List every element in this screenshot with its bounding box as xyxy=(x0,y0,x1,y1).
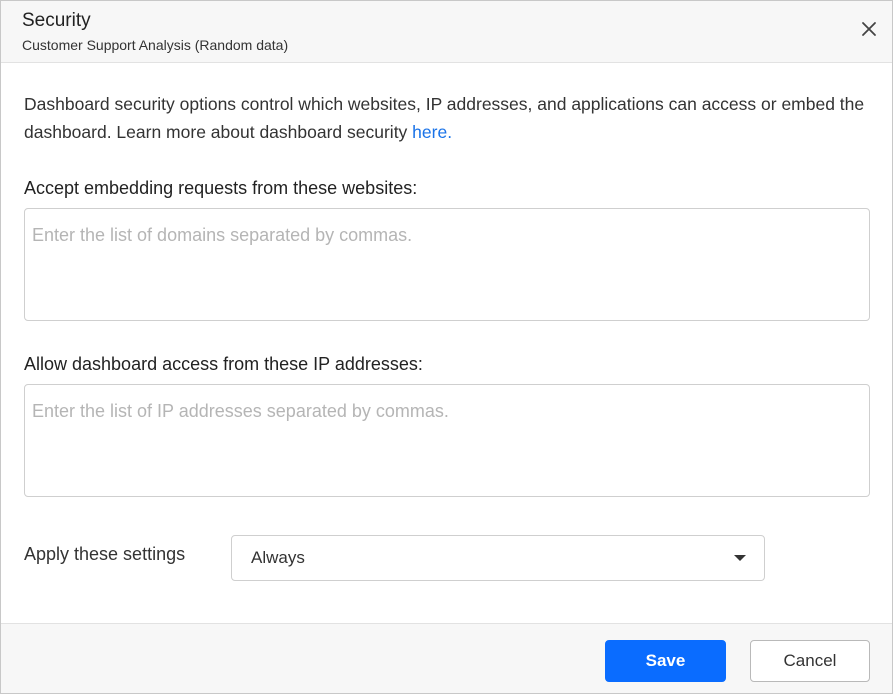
security-description: Dashboard security options control which… xyxy=(24,91,869,146)
cancel-button[interactable]: Cancel xyxy=(750,640,870,682)
dialog-header: Security Customer Support Analysis (Rand… xyxy=(1,1,892,63)
apply-settings-select[interactable]: Always xyxy=(231,535,765,581)
close-icon xyxy=(862,22,876,36)
dialog-title: Security xyxy=(22,10,91,31)
websites-label: Accept embedding requests from these web… xyxy=(24,178,418,198)
apply-settings-label: Apply these settings xyxy=(24,544,186,564)
websites-input[interactable] xyxy=(24,208,870,321)
ip-addresses-label: Allow dashboard access from these IP add… xyxy=(24,354,423,374)
close-button[interactable] xyxy=(857,17,881,41)
apply-settings-value: Always xyxy=(251,548,305,567)
caret-down-icon xyxy=(734,555,746,561)
save-button[interactable]: Save xyxy=(605,640,726,682)
dialog-footer: Save Cancel xyxy=(1,623,892,693)
security-dialog: Security Customer Support Analysis (Rand… xyxy=(0,0,893,694)
dialog-subtitle: Customer Support Analysis (Random data) xyxy=(22,37,289,53)
ip-addresses-input[interactable] xyxy=(24,384,870,497)
learn-more-link[interactable]: here. xyxy=(412,122,452,142)
